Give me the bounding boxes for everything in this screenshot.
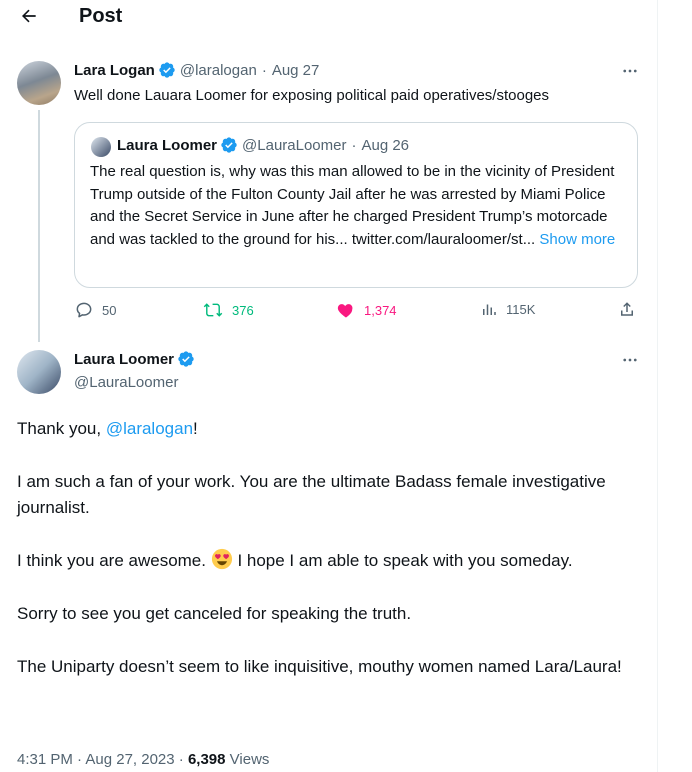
page-header: Post bbox=[0, 0, 657, 38]
views-count: 115K bbox=[506, 301, 536, 317]
heart-eyes-emoji-icon bbox=[211, 548, 232, 570]
text: I hope I am able to speak with you somed… bbox=[232, 551, 573, 570]
verified-badge-icon bbox=[221, 137, 237, 153]
repost-count: 376 bbox=[232, 302, 254, 318]
verified-badge-icon bbox=[178, 351, 194, 367]
heart-icon bbox=[337, 304, 353, 318]
text: I think you are awesome. bbox=[17, 551, 211, 570]
author-name[interactable]: Laura Loomer bbox=[74, 351, 174, 368]
text: Thank you, bbox=[17, 419, 106, 438]
separator: · bbox=[261, 61, 267, 79]
verified-badge-icon bbox=[159, 62, 175, 78]
avatar[interactable] bbox=[17, 61, 61, 105]
repost-button[interactable]: 376 bbox=[202, 300, 254, 320]
text: ! bbox=[193, 419, 198, 438]
paragraph: I am such a fan of your work. You are th… bbox=[17, 472, 606, 517]
quoted-tweet-card[interactable]: Laura Loomer @LauraLoomer · Aug 26 The r… bbox=[74, 122, 638, 288]
thread-line bbox=[38, 110, 40, 342]
tweet-text: Well done Lauara Loomer for exposing pol… bbox=[74, 87, 550, 104]
tweet-actions: 50 376 1,374 115K bbox=[74, 300, 644, 324]
mention-link[interactable]: @laralogan bbox=[106, 419, 193, 438]
author-handle[interactable]: @LauraLoomer bbox=[74, 374, 178, 391]
post-date[interactable]: Aug 27 bbox=[272, 62, 320, 79]
quoted-author-line: Laura Loomer @LauraLoomer · Aug 26 bbox=[117, 136, 409, 154]
quoted-post-date: Aug 26 bbox=[361, 136, 410, 154]
repost-icon bbox=[203, 303, 223, 317]
tweet-author-line: Lara Logan @laralogan · Aug 27 bbox=[74, 61, 319, 79]
quoted-text-body: The real question is, why was this man a… bbox=[90, 163, 615, 248]
reply-icon bbox=[76, 302, 92, 318]
paragraph: Sorry to see you get canceled for speaki… bbox=[17, 604, 412, 623]
author-name[interactable]: Lara Logan bbox=[74, 62, 155, 79]
views-label: Views bbox=[225, 751, 270, 768]
author-handle[interactable]: @laralogan bbox=[180, 62, 257, 79]
views-button[interactable]: 115K bbox=[480, 300, 535, 318]
reply-button[interactable]: 50 bbox=[74, 300, 116, 320]
page-title: Post bbox=[79, 5, 123, 27]
share-button[interactable] bbox=[618, 300, 644, 318]
avatar[interactable] bbox=[17, 350, 61, 394]
paragraph: Thank you, @laralogan! bbox=[17, 416, 647, 442]
like-button[interactable]: 1,374 bbox=[336, 300, 397, 320]
quoted-tweet-text: The real question is, why was this man a… bbox=[90, 161, 630, 251]
post-body: Thank you, @laralogan! I am such a fan o… bbox=[17, 416, 647, 707]
like-count: 1,374 bbox=[364, 302, 397, 318]
right-border bbox=[657, 0, 658, 772]
more-options-button[interactable] bbox=[620, 61, 640, 81]
more-icon bbox=[623, 358, 637, 362]
arrow-left-icon bbox=[22, 9, 36, 23]
paragraph: I think you are awesome. I hope I am abl… bbox=[17, 548, 647, 574]
analytics-icon bbox=[483, 304, 496, 315]
back-button[interactable] bbox=[17, 4, 41, 28]
share-icon bbox=[621, 302, 633, 316]
avatar bbox=[91, 137, 111, 157]
timestamp[interactable]: 4:31 PM · Aug 27, 2023 · bbox=[17, 751, 188, 768]
show-more-link[interactable]: Show more bbox=[539, 231, 615, 248]
paragraph: The Uniparty doesn’t seem to like inquis… bbox=[17, 657, 622, 676]
quoted-author-name: Laura Loomer bbox=[117, 136, 218, 154]
post-meta: 4:31 PM · Aug 27, 2023 · 6,398 Views bbox=[17, 751, 269, 768]
main-author-line: Laura Loomer bbox=[74, 350, 199, 368]
separator: · bbox=[351, 136, 357, 154]
quoted-author-handle: @LauraLoomer bbox=[242, 136, 347, 154]
reply-count: 50 bbox=[102, 302, 117, 318]
more-icon bbox=[623, 69, 637, 73]
more-options-button[interactable] bbox=[620, 350, 640, 370]
views-count: 6,398 bbox=[187, 751, 226, 768]
